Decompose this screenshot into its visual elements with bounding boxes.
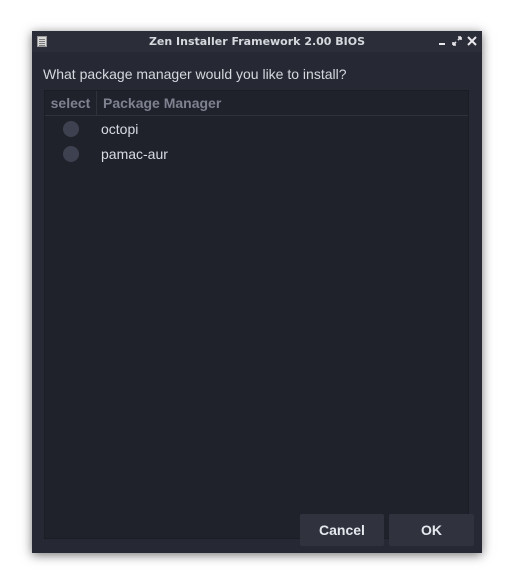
list-header: select Package Manager [45, 91, 468, 116]
column-header-select[interactable]: select [45, 91, 97, 115]
list-row-octopi[interactable]: octopi [45, 116, 468, 142]
minimize-icon[interactable] [435, 34, 449, 49]
ok-button[interactable]: OK [389, 514, 474, 546]
list-row-pamac-aur[interactable]: pamac-aur [45, 141, 468, 167]
row-label: pamac-aur [101, 146, 168, 162]
window-title: Zen Installer Framework 2.00 BIOS [148, 35, 366, 48]
package-manager-list[interactable]: select Package Manager octopi pamac-aur [44, 90, 469, 539]
column-header-package-manager[interactable]: Package Manager [103, 91, 221, 115]
dialog-window: Zen Installer Framework 2.00 BIOS What p… [32, 31, 482, 553]
dialog-prompt: What package manager would you like to i… [43, 66, 347, 82]
cancel-button[interactable]: Cancel [300, 514, 384, 546]
row-label: octopi [101, 121, 139, 137]
radio-pamac-aur[interactable] [63, 146, 79, 162]
maximize-icon[interactable] [450, 34, 464, 49]
close-icon[interactable] [465, 34, 479, 49]
title-bar[interactable]: Zen Installer Framework 2.00 BIOS [32, 31, 482, 52]
radio-octopi[interactable] [63, 121, 79, 137]
